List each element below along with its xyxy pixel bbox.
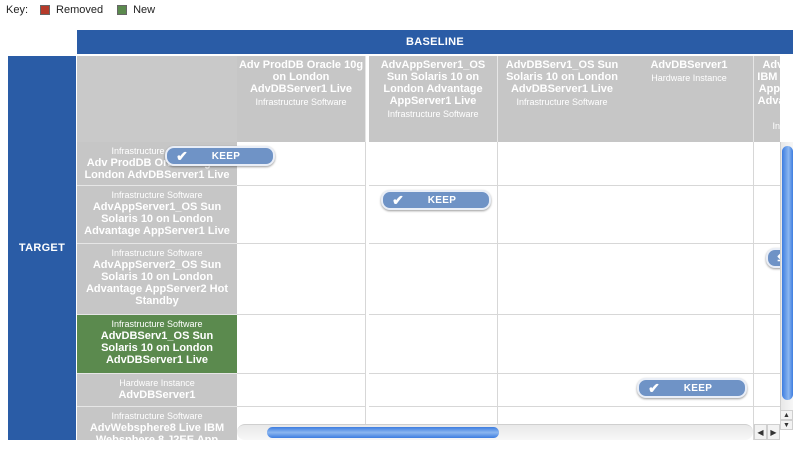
column-header: AdvDBServer1 Hardware Instance [625, 56, 754, 142]
matrix-cell[interactable] [625, 315, 754, 374]
column-header-type: Hardware Instance [651, 73, 727, 83]
column-header-name: AdvAppServer1_OS Sun Solaris 10 on Londo… [380, 59, 486, 107]
row-header-name: AdvAppServer1_OS Sun Solaris 10 on Londo… [84, 201, 230, 237]
row-header: Infrastructure Software AdvAppServer1_OS … [77, 186, 237, 244]
action-label: KEEP [427, 194, 457, 206]
legend: Key: Removed New [6, 3, 169, 17]
matrix-cell[interactable] [625, 142, 754, 186]
legend-swatch-removed [40, 5, 51, 15]
vertical-scroll-buttons: ▲ ▼ [780, 410, 793, 430]
legend-swatch-new [117, 5, 128, 15]
matrix-cell[interactable] [625, 244, 754, 315]
target-header: TARGET [8, 56, 76, 440]
matrix-cell[interactable] [754, 374, 780, 407]
check-icon: ✔ [648, 379, 660, 396]
matrix-cell[interactable] [237, 374, 366, 407]
matrix-cell[interactable] [369, 142, 498, 186]
keep-action-button[interactable]: ✔ KEEP [165, 146, 275, 166]
column-header-type: Infrastructure Software [387, 109, 479, 119]
scroll-up-button[interactable]: ▲ [780, 410, 793, 420]
column-header-name: AdvDBServer1 [650, 59, 728, 71]
matrix-cell[interactable] [498, 315, 627, 374]
matrix-cell[interactable] [369, 315, 498, 374]
column-header: Adv ProdDB Oracle 10g on London AdvDBSer… [237, 56, 366, 142]
column-header-name: AdvDBServ1_OS Sun Solaris 10 on London A… [505, 59, 619, 95]
row-header-type: Infrastructure Software [111, 190, 203, 200]
matrix-cell[interactable] [498, 142, 627, 186]
check-icon: ✔ [392, 191, 404, 208]
row-header-name: AdvWebsphere8 Live IBM Websphere 8 J2EE … [89, 422, 225, 440]
row-header-type: Infrastructure Software [111, 411, 203, 421]
row-header-type: Hardware Instance [119, 378, 195, 388]
row-header-name: AdvDBServer1 [118, 389, 196, 401]
action-label: KEEP [211, 150, 241, 162]
matrix-cell[interactable] [369, 374, 498, 407]
row-header-name: AdvDBServ1_OS Sun Solaris 10 on London A… [100, 330, 214, 366]
column-header-type: Infrastructure Software [772, 121, 780, 131]
legend-removed-label: Removed [56, 4, 104, 16]
row-header: Hardware Instance AdvDBServer1 [77, 374, 237, 407]
column-header-type: Infrastructure Software [516, 97, 608, 107]
scroll-left-button[interactable]: ◀ [754, 424, 767, 440]
keep-action-button[interactable]: ✔ KEEP [637, 378, 747, 398]
column-header: AdvAppServer1_OS Sun Solaris 10 on Londo… [369, 56, 498, 142]
vertical-scrollbar[interactable] [780, 142, 793, 424]
horizontal-scrollbar[interactable] [237, 424, 753, 440]
matrix-cell[interactable] [369, 244, 498, 315]
matrix-cell[interactable] [498, 244, 627, 315]
column-header-name: AdvWebsphere8 Live IBM Websphere 8 J2EE … [757, 59, 780, 107]
matrix-cell[interactable] [754, 315, 780, 374]
column-header-name: Adv ProdDB Oracle 10g on London AdvDBSer… [238, 59, 364, 95]
matrix-cell[interactable] [237, 244, 366, 315]
row-header: Infrastructure Software AdvDBServ1_OS Sun… [77, 315, 237, 374]
matrix-cell[interactable] [625, 186, 754, 244]
column-header-type: Infrastructure Software [255, 97, 347, 107]
scroll-down-button[interactable]: ▼ [780, 420, 793, 430]
row-header-type: Infrastructure Software [111, 319, 203, 329]
baseline-header: BASELINE [77, 30, 793, 54]
keep-action-button[interactable]: ✔ KEEP [381, 190, 491, 210]
matrix-cell[interactable] [498, 186, 627, 244]
column-header: AdvDBServ1_OS Sun Solaris 10 on London A… [498, 56, 627, 142]
row-header-type: Infrastructure Software [111, 248, 203, 258]
replace-action-button[interactable]: ⇆REPLACE [766, 248, 780, 268]
action-label: KEEP [683, 382, 713, 394]
replace-arrows-icon: ⇆ [772, 250, 780, 267]
check-icon: ✔ [176, 147, 188, 164]
legend-new-label: New [133, 4, 156, 16]
column-header: AdvWebsphere8 Live IBM Websphere 8 J2EE … [754, 56, 780, 142]
matrix-cell[interactable] [498, 374, 627, 407]
legend-label: Key: [6, 4, 29, 16]
horizontal-scroll-buttons: ◀ ▶ [754, 424, 780, 440]
matrix-cell[interactable] [237, 315, 366, 374]
scroll-right-button[interactable]: ▶ [767, 424, 780, 440]
row-header: Infrastructure Software AdvAppServer2_OS … [77, 244, 237, 315]
grid-corner [77, 56, 237, 142]
vertical-scroll-thumb[interactable] [782, 146, 793, 400]
matrix-cell[interactable] [237, 186, 366, 244]
matrix-cell[interactable] [754, 186, 780, 244]
row-header-name: AdvAppServer2_OS Sun Solaris 10 on Londo… [85, 259, 229, 307]
row-header: Infrastructure Software AdvWebsphere8 Liv… [77, 407, 237, 440]
matrix-cell[interactable] [754, 142, 780, 186]
horizontal-scroll-thumb[interactable] [267, 427, 499, 438]
